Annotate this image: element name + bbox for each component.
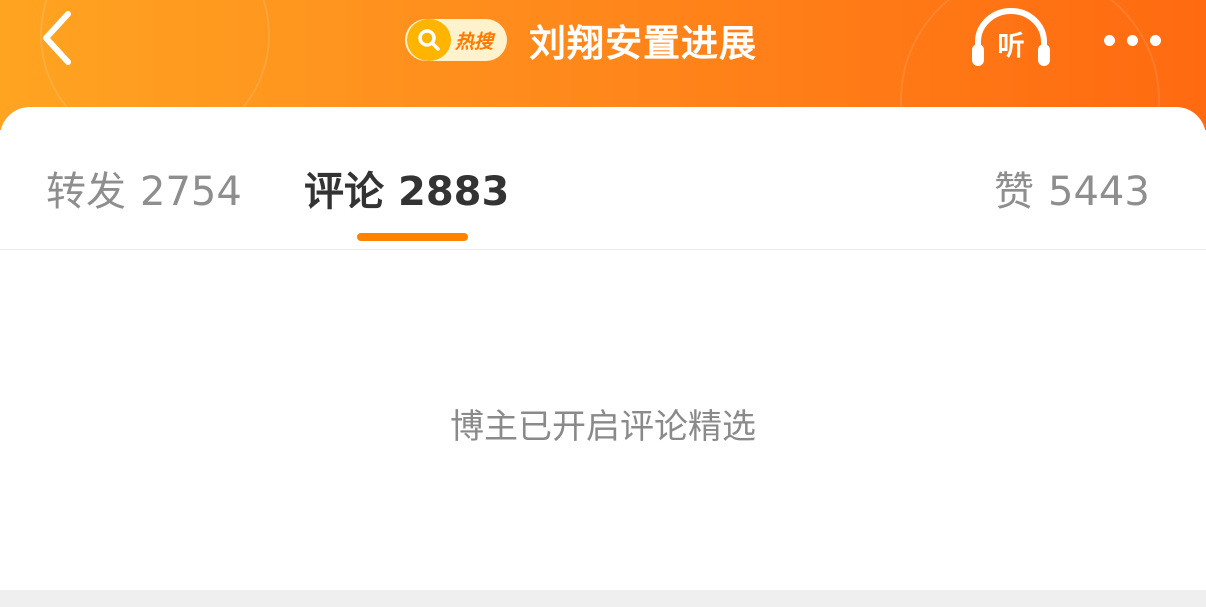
more-dots-icon <box>1103 34 1115 46</box>
bottom-divider <box>0 590 1206 607</box>
tab-count: 2883 <box>398 169 510 215</box>
active-tab-indicator <box>357 233 468 241</box>
tab-count: 5443 <box>1048 169 1150 215</box>
more-dots-icon <box>1149 34 1161 46</box>
more-options-button[interactable] <box>1092 20 1172 60</box>
hot-search-badge[interactable]: 热搜 <box>405 19 508 61</box>
listen-label: 听 <box>997 31 1025 62</box>
more-dots-icon <box>1126 34 1138 46</box>
tab-count: 2754 <box>140 169 242 215</box>
tab-label: 赞 <box>994 169 1034 215</box>
tab-bar: 转发 2754 评论 2883 赞 5443 <box>0 107 1206 250</box>
tab-comment[interactable]: 评论 2883 <box>304 159 509 217</box>
tab-label: 转发 <box>46 169 126 215</box>
chevron-left-icon <box>43 11 71 65</box>
tab-like[interactable]: 赞 5443 <box>994 159 1150 217</box>
tab-label: 评论 <box>304 169 384 215</box>
tab-repost[interactable]: 转发 2754 <box>46 159 242 217</box>
page-title: 刘翔安置进展 <box>529 22 758 65</box>
search-icon <box>407 19 451 61</box>
comments-featured-notice: 博主已开启评论精选 <box>450 407 756 447</box>
hot-search-label: 热搜 <box>455 30 494 53</box>
content-card: 转发 2754 评论 2883 赞 5443 博主已开启评论精选 <box>0 107 1206 590</box>
back-button[interactable] <box>26 8 86 68</box>
listen-button[interactable]: 听 <box>966 6 1056 70</box>
hot-search-title[interactable]: 热搜 刘翔安置进展 <box>405 10 757 70</box>
